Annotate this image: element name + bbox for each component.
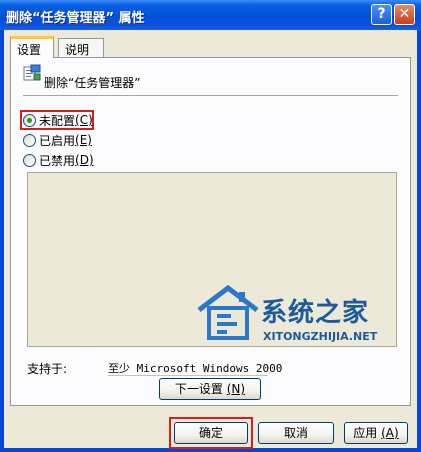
radio-accel-disabled: (D) <box>75 153 94 167</box>
radio-accel-enabled: (E) <box>75 133 92 147</box>
radio-accel-not-configured: (C) <box>75 113 93 127</box>
title-bar[interactable]: 删除“任务管理器” 属性 ? ✕ <box>0 0 421 30</box>
next-setting-button[interactable]: 下一设置 (N) <box>159 378 261 400</box>
next-setting-accel: (N) <box>226 382 246 396</box>
tab-explain[interactable]: 说明 <box>58 38 104 57</box>
tab-settings[interactable]: 设置 <box>10 36 54 58</box>
radio-button-checked[interactable] <box>23 113 36 127</box>
support-label: 支持于: <box>27 362 68 376</box>
policy-setting-icon <box>23 64 41 81</box>
radio-label-disabled: 已禁用 <box>39 153 76 168</box>
radio-label-enabled: 已启用 <box>39 133 76 148</box>
radio-disabled[interactable]: 已禁用 (D) <box>23 151 94 169</box>
cancel-button[interactable]: 取消 <box>258 422 334 444</box>
radio-button[interactable] <box>23 133 36 147</box>
watermark-text-cn: 系统之家 <box>261 298 370 328</box>
apply-button[interactable]: 应用 (A) <box>344 422 408 444</box>
radio-not-configured[interactable]: 未配置 (C) <box>23 111 93 129</box>
apply-label: 应用 <box>353 426 378 440</box>
apply-accel: (A) <box>381 426 399 440</box>
next-setting-label: 下一设置 <box>174 382 223 396</box>
support-value: 至少 Microsoft Windows 2000 <box>108 362 283 375</box>
radio-enabled[interactable]: 已启用 (E) <box>23 131 92 149</box>
ok-button[interactable]: 确定 <box>174 422 248 444</box>
close-icon: ✕ <box>398 6 411 22</box>
support-underline <box>108 375 268 376</box>
radio-button[interactable] <box>23 153 36 167</box>
close-button[interactable]: ✕ <box>394 4 415 25</box>
policy-name: 删除“任务管理器” <box>44 76 141 90</box>
properties-dialog: 删除“任务管理器” 属性 ? ✕ 设置 说明 删除“任务管理器” 未配置 (C)… <box>0 0 421 452</box>
settings-panel: 删除“任务管理器” 未配置 (C) 已启用 (E) 已禁用 (D) 系统之家 X… <box>10 57 411 406</box>
help-button[interactable]: ? <box>371 4 392 25</box>
watermark: 系统之家 XITONGZHIJIA.NET <box>195 282 415 352</box>
dialog-client-area: 设置 说明 删除“任务管理器” 未配置 (C) 已启用 (E) 已禁用 (D) … <box>4 30 417 449</box>
window-title: 删除“任务管理器” 属性 <box>6 11 145 26</box>
separator <box>23 95 398 97</box>
house-logo-icon <box>197 284 259 340</box>
watermark-text-en: XITONGZHIJIA.NET <box>263 330 378 343</box>
radio-label-not-configured: 未配置 <box>39 113 76 128</box>
